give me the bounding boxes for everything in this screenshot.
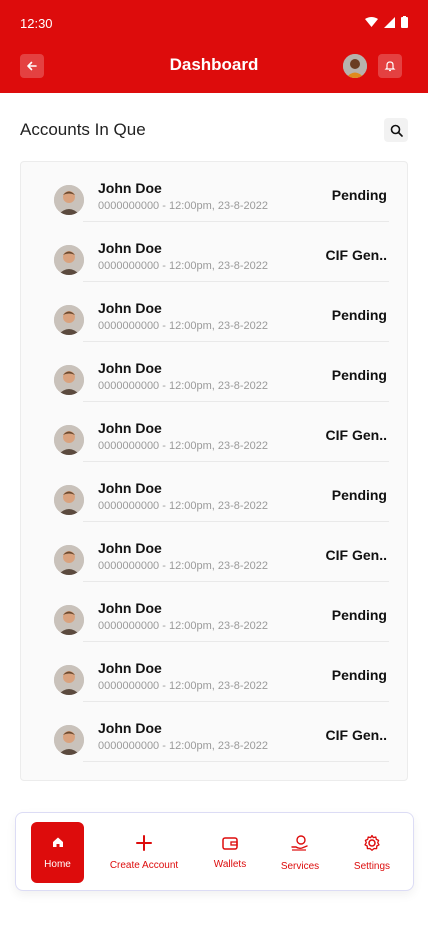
signal-icon (384, 16, 395, 28)
nav-wallets-label: Wallets (213, 858, 247, 870)
account-name: John Doe (98, 180, 162, 196)
avatar (54, 245, 84, 275)
list-item[interactable]: John Doe 0000000000 - 12:00pm, 23-8-2022… (21, 282, 409, 342)
avatar (54, 425, 84, 455)
account-name: John Doe (98, 360, 162, 376)
avatar (54, 605, 84, 635)
list-item[interactable]: John Doe 0000000000 - 12:00pm, 23-8-2022… (21, 162, 409, 222)
list-item[interactable]: John Doe 0000000000 - 12:00pm, 23-8-2022… (21, 702, 409, 762)
account-name: John Doe (98, 300, 162, 316)
account-meta: 0000000000 - 12:00pm, 23-8-2022 (98, 680, 269, 692)
search-icon (390, 124, 403, 137)
nav-home[interactable]: Home (31, 822, 84, 883)
nav-create-account[interactable]: Create Account (104, 813, 184, 892)
account-name: John Doe (98, 600, 162, 616)
bottom-nav: Home Create Account Wallets Services Set… (15, 812, 414, 891)
account-status: CIF Gen.. (325, 727, 387, 743)
avatar (54, 185, 84, 215)
account-meta: 0000000000 - 12:00pm, 23-8-2022 (98, 560, 269, 572)
home-icon (52, 837, 63, 847)
account-status: Pending (331, 667, 387, 683)
list-item[interactable]: John Doe 0000000000 - 12:00pm, 23-8-2022… (21, 462, 409, 522)
account-meta: 0000000000 - 12:00pm, 23-8-2022 (98, 260, 269, 272)
accounts-list: John Doe 0000000000 - 12:00pm, 23-8-2022… (20, 161, 408, 781)
account-meta: 0000000000 - 12:00pm, 23-8-2022 (98, 440, 269, 452)
avatar (54, 305, 84, 335)
gear-icon (364, 834, 380, 851)
account-meta: 0000000000 - 12:00pm, 23-8-2022 (98, 500, 269, 512)
bell-icon (384, 61, 396, 72)
services-icon (291, 834, 308, 851)
wallet-icon (222, 836, 238, 850)
list-item[interactable]: John Doe 0000000000 - 12:00pm, 23-8-2022… (21, 222, 409, 282)
nav-services[interactable]: Services (272, 813, 328, 892)
avatar (54, 365, 84, 395)
account-meta: 0000000000 - 12:00pm, 23-8-2022 (98, 620, 269, 632)
nav-settings[interactable]: Settings (344, 813, 400, 892)
wifi-icon (365, 16, 378, 27)
account-status: Pending (331, 607, 387, 623)
avatar (54, 725, 84, 755)
avatar (54, 485, 84, 515)
divider (83, 761, 389, 762)
avatar (54, 665, 84, 695)
account-status: Pending (331, 487, 387, 503)
account-meta: 0000000000 - 12:00pm, 23-8-2022 (98, 320, 269, 332)
account-status: CIF Gen.. (325, 247, 387, 263)
account-meta: 0000000000 - 12:00pm, 23-8-2022 (98, 200, 269, 212)
account-status: Pending (331, 187, 387, 203)
account-name: John Doe (98, 420, 162, 436)
account-name: John Doe (98, 480, 162, 496)
avatar (54, 545, 84, 575)
nav-create-account-label: Create Account (109, 859, 179, 871)
nav-wallets[interactable]: Wallets (204, 813, 256, 892)
plus-icon (136, 834, 152, 851)
account-name: John Doe (98, 720, 162, 736)
list-item[interactable]: John Doe 0000000000 - 12:00pm, 23-8-2022… (21, 402, 409, 462)
nav-settings-label: Settings (353, 860, 391, 872)
nav-home-label: Home (44, 858, 71, 870)
app-header: 12:30 Dashboard (0, 0, 428, 93)
battery-icon (401, 16, 408, 28)
user-avatar[interactable] (343, 54, 367, 78)
list-item[interactable]: John Doe 0000000000 - 12:00pm, 23-8-2022… (21, 582, 409, 642)
account-status: CIF Gen.. (325, 547, 387, 563)
account-name: John Doe (98, 540, 162, 556)
status-icons (365, 16, 408, 28)
account-name: John Doe (98, 240, 162, 256)
list-item[interactable]: John Doe 0000000000 - 12:00pm, 23-8-2022… (21, 522, 409, 582)
section-title: Accounts In Que (20, 120, 146, 139)
account-status: Pending (331, 307, 387, 323)
list-item[interactable]: John Doe 0000000000 - 12:00pm, 23-8-2022… (21, 642, 409, 702)
nav-services-label: Services (280, 860, 320, 872)
account-meta: 0000000000 - 12:00pm, 23-8-2022 (98, 380, 269, 392)
search-button[interactable] (384, 118, 408, 142)
status-time: 12:30 (20, 16, 53, 31)
account-status: CIF Gen.. (325, 427, 387, 443)
account-name: John Doe (98, 660, 162, 676)
account-status: Pending (331, 367, 387, 383)
notifications-button[interactable] (378, 54, 402, 78)
list-item[interactable]: John Doe 0000000000 - 12:00pm, 23-8-2022… (21, 342, 409, 402)
account-meta: 0000000000 - 12:00pm, 23-8-2022 (98, 740, 269, 752)
